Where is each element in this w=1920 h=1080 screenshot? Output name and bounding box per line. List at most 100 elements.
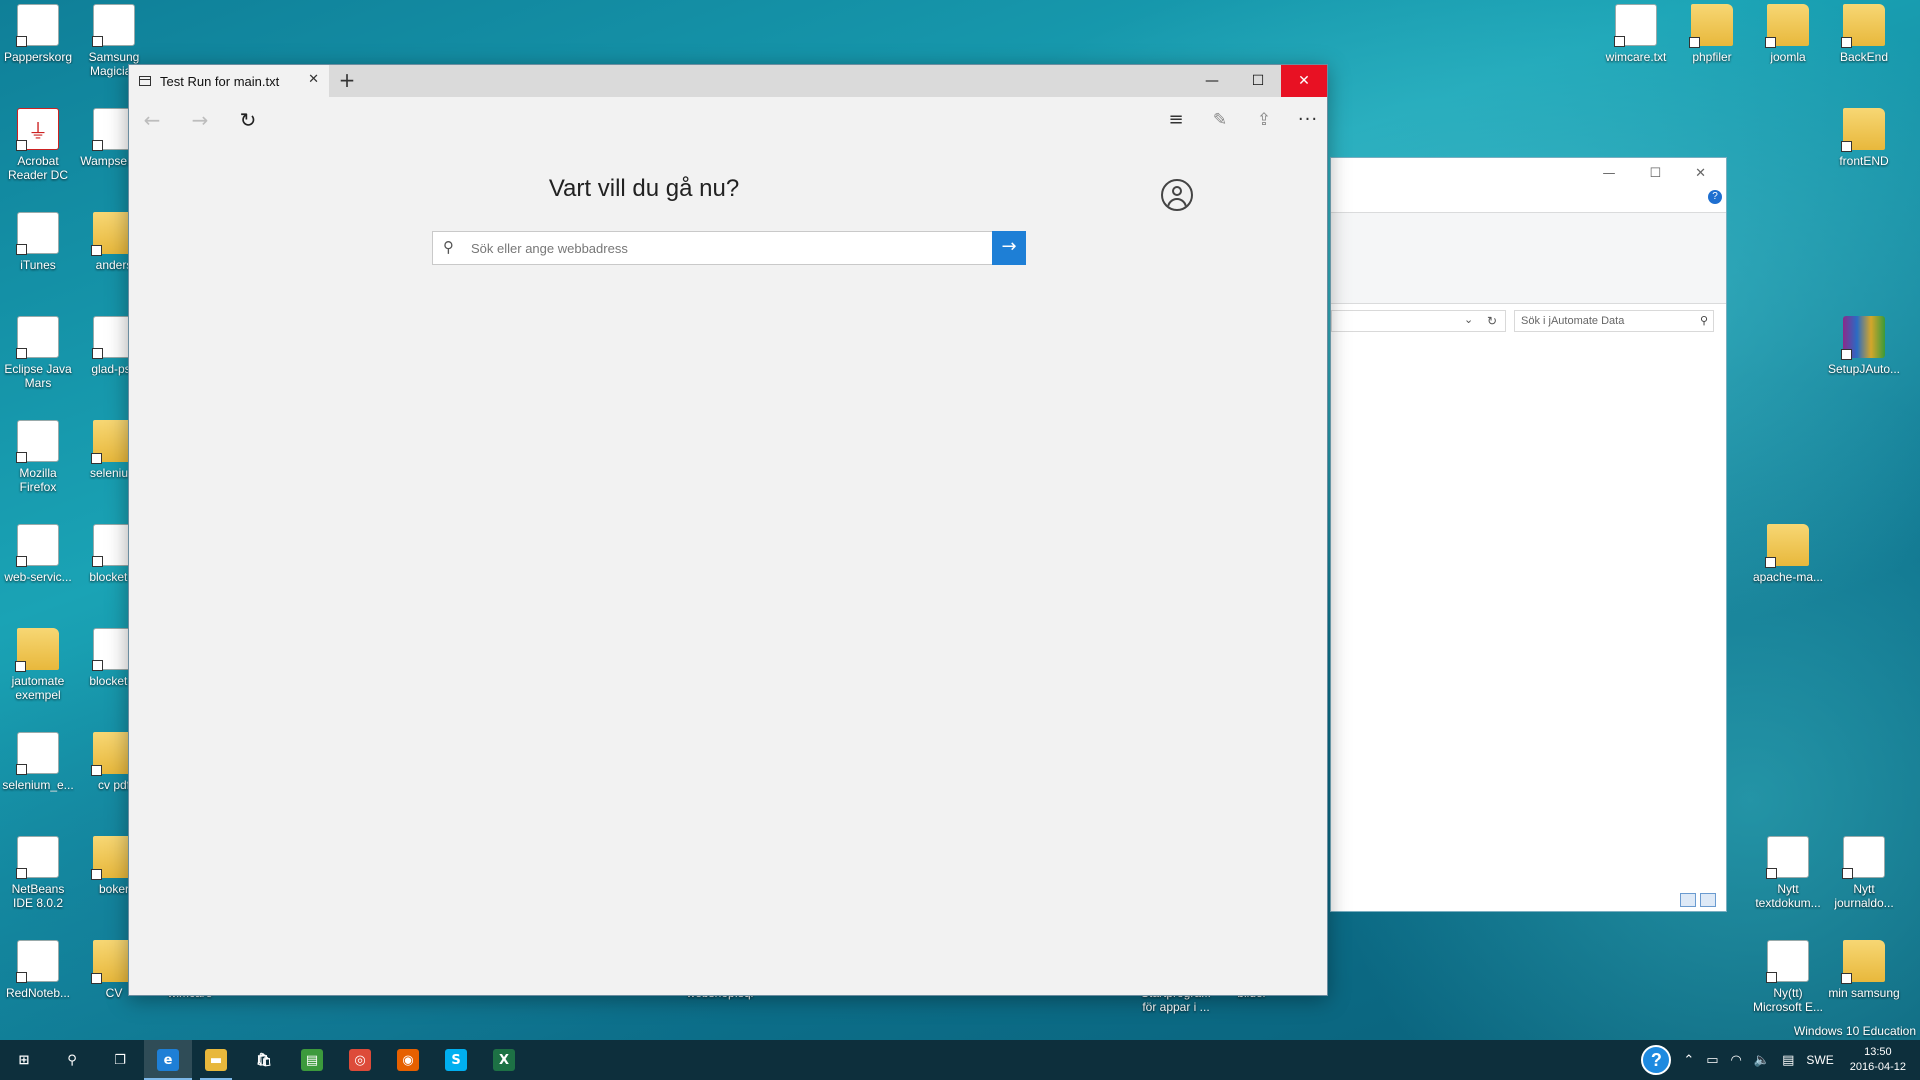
desktop-icon-label: Nytt textdokum... [1755,882,1821,910]
address-search-input[interactable] [471,232,981,264]
shortcut-arrow-icon [1766,868,1777,879]
desktop-icon[interactable]: ◆ NetBeans IDE 8.0.2 [0,836,76,910]
desktop-icon[interactable]: X Ny(tt) Microsoft E... [1750,940,1826,1014]
shortcut-arrow-icon [1842,868,1853,879]
clock[interactable]: 13:50 2016-04-12 [1840,1045,1920,1075]
desktop-icon[interactable]: Nytt textdokum... [1750,836,1826,910]
skype-taskbar-button[interactable]: S [432,1040,480,1080]
action-center-icon[interactable]: ▤ [1776,1053,1800,1068]
start-icon: ⊞ [18,1052,30,1068]
desktop-icon[interactable]: ◉ Mozilla Firefox [0,420,76,494]
desktop-icon[interactable]: frontEND [1826,108,1902,168]
desktop-icon[interactable]: ✎ Nytt journaldo... [1826,836,1902,910]
shortcut-arrow-icon [1765,557,1776,568]
excel-taskbar-button[interactable]: X [480,1040,528,1080]
firefox-taskbar-button[interactable]: ◉ [384,1040,432,1080]
tab-page-icon [139,76,151,86]
desktop-icon[interactable]: joomla [1750,4,1826,64]
shortcut-arrow-icon [92,36,103,47]
forward-arrow-icon[interactable]: → [185,105,215,135]
edge-taskbar-button[interactable]: e [144,1040,192,1080]
back-arrow-icon[interactable]: ← [137,105,167,135]
chevron-up-icon[interactable]: ⌃ [1677,1053,1700,1068]
browser-tab[interactable]: Test Run for main.txt ✕ [129,65,329,97]
shortcut-arrow-icon [92,660,103,671]
desktop-icon[interactable]: phpfiler [1674,4,1750,64]
explorer-refresh-icon[interactable]: ↻ [1481,310,1503,332]
explorer-ribbon [1331,212,1726,304]
desktop-icon-label: min samsung [1828,986,1900,1000]
shortcut-arrow-icon [16,868,27,879]
explorer-address-bar[interactable] [1331,310,1506,332]
language-indicator[interactable]: SWE [1800,1053,1839,1067]
new-tab-button[interactable]: + [333,65,361,97]
more-icon[interactable]: ··· [1293,105,1323,135]
battery-icon[interactable]: ▭ [1700,1053,1724,1068]
desktop-icon[interactable]: jautomate exempel [0,628,76,702]
shortcut-arrow-icon [16,972,27,983]
notepad-taskbar-button[interactable]: ▤ [288,1040,336,1080]
hub-icon[interactable]: ≡ [1161,105,1191,135]
desktop-icon[interactable]: 🗑 Papperskorg [0,4,76,64]
desktop-icon[interactable]: apache-ma... [1750,524,1826,584]
share-icon[interactable]: ⇪ [1249,105,1279,135]
volume-icon[interactable]: 🔈 [1748,1053,1776,1068]
search-button[interactable]: ⚲ [48,1040,96,1080]
desktop-icon[interactable]: ◐ Eclipse Java Mars [0,316,76,390]
search-icon: ⚲ [67,1052,77,1068]
shortcut-arrow-icon [16,452,27,463]
shortcut-arrow-icon [1689,37,1700,48]
explorer-close-button[interactable]: ✕ [1695,166,1706,181]
doc-icon: ✎ [16,940,59,983]
desktop-icon-label: apache-ma... [1752,570,1824,584]
desktop-icon[interactable]: ♫ iTunes [0,212,76,272]
desktop-icon-label: iTunes [20,258,56,272]
wifi-icon[interactable]: ◠ [1725,1053,1748,1068]
edge-title-bar[interactable]: Test Run for main.txt ✕ + — ☐ ✕ [129,65,1327,97]
excel-taskbar-icon: X [493,1049,515,1071]
explorer-minimize-button[interactable]: — [1602,166,1615,181]
desktop-icon[interactable]: Wweb-servic... [0,524,76,584]
large-icons-view-icon[interactable] [1700,893,1716,907]
shortcut-arrow-icon [92,348,103,359]
shortcut-arrow-icon [16,140,27,151]
tab-close-icon[interactable]: ✕ [308,72,319,87]
shortcut-arrow-icon [1841,973,1852,984]
desktop-icon-label: NetBeans IDE 8.0.2 [11,882,65,910]
desktop-icon[interactable]: ⏚ Acrobat Reader DC [0,108,76,182]
explorer-help-icon[interactable]: ? [1708,190,1722,204]
desktop-icon-label: SetupJAuto... [1827,362,1901,376]
doc-icon: ▦ [92,4,135,47]
desktop-icon[interactable]: wimcare.txt [1598,4,1674,64]
desktop-icon-label: jautomate exempel [11,674,65,702]
pdf-icon: ⏚ [16,108,59,151]
details-view-icon[interactable] [1680,893,1696,907]
folder-icon [1841,4,1885,48]
maximize-button[interactable]: ☐ [1235,65,1281,97]
desktop-icon[interactable]: min samsung [1826,940,1902,1000]
go-arrow-button[interactable]: → [992,231,1026,265]
chevron-down-icon[interactable]: ⌄ [1464,313,1473,326]
desktop-icon[interactable]: ✎ RedNoteb... [0,940,76,1000]
taskbar-apps: ⊞ ⚲ ❐ e ▬ 🛍 ▤ ◎ ◉ S X [0,1040,528,1080]
file-explorer-taskbar-button[interactable]: ▬ [192,1040,240,1080]
store-taskbar-button[interactable]: 🛍 [240,1040,288,1080]
taskbar: ⊞ ⚲ ❐ e ▬ 🛍 ▤ ◎ ◉ S X ? ⌃ ▭ ◠ 🔈 ▤ SWE 13:50 2016-0… [0,1040,1920,1080]
chrome-taskbar-button[interactable]: ◎ [336,1040,384,1080]
start-button[interactable]: ⊞ [0,1040,48,1080]
profile-avatar-icon[interactable] [1161,179,1193,211]
desktop-icon[interactable]: BackEnd [1826,4,1902,64]
file-explorer-window[interactable]: — ☐ ✕ ? ⌄ ↻ Sök i jAutomate Data ⚲ [1330,157,1727,912]
help-icon[interactable]: ? [1641,1045,1672,1075]
shortcut-arrow-icon [91,869,102,880]
explorer-search-input[interactable]: Sök i jAutomate Data ⚲ [1514,310,1714,332]
doc-icon: ♫ [16,212,59,255]
desktop-icon[interactable]: ◉ selenium_e... [0,732,76,792]
minimize-button[interactable]: — [1189,65,1235,97]
explorer-maximize-button[interactable]: ☐ [1649,166,1661,181]
close-button[interactable]: ✕ [1281,65,1327,97]
task-view-button[interactable]: ❐ [96,1040,144,1080]
desktop-icon[interactable]: SetupJAuto... [1826,316,1902,376]
refresh-icon[interactable]: ↻ [233,105,263,135]
web-note-icon[interactable]: ✎ [1205,105,1235,135]
